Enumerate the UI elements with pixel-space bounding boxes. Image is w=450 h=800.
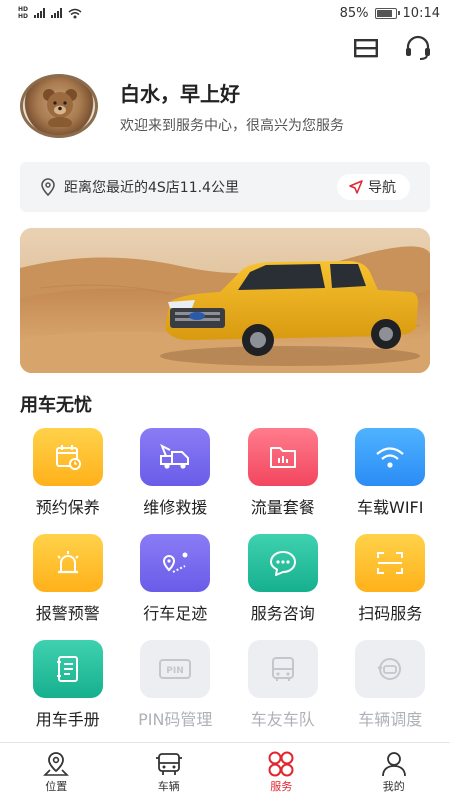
calendar-icon bbox=[32, 428, 103, 486]
service-car-club[interactable]: 车友车队 bbox=[229, 640, 337, 730]
clock: 10:14 bbox=[402, 5, 440, 21]
wifi-icon bbox=[355, 428, 426, 486]
promo-banner[interactable] bbox=[20, 228, 430, 373]
section-title: 用车无忧 bbox=[20, 395, 92, 416]
service-consultation[interactable]: 服务咨询 bbox=[229, 534, 337, 624]
bottom-nav: 位置 车辆 服务 我的 bbox=[0, 742, 450, 800]
tab-vehicle[interactable]: 车辆 bbox=[113, 743, 226, 800]
chat-icon bbox=[247, 534, 318, 592]
navigate-label: 导航 bbox=[368, 180, 396, 196]
tab-label: 位置 bbox=[45, 779, 68, 793]
wifi-status-icon bbox=[68, 8, 82, 18]
battery-percent: 85% bbox=[339, 5, 369, 21]
service-label: 车辆调度 bbox=[358, 710, 423, 729]
scan-icon bbox=[355, 534, 426, 592]
avatar[interactable] bbox=[20, 74, 98, 138]
service-grid: 预约保养 维修救援 流量套餐 车载WIFI 报警预警 行车足迹 服务咨询 扫码服… bbox=[14, 428, 444, 730]
tab-profile[interactable]: 我的 bbox=[338, 743, 450, 800]
service-data-plan[interactable]: 流量套餐 bbox=[229, 428, 337, 518]
sim-indicator: HD HD bbox=[18, 6, 29, 20]
navigate-button[interactable]: 导航 bbox=[337, 174, 410, 200]
greeting-subtitle: 欢迎来到服务中心，很高兴为您服务 bbox=[120, 117, 344, 134]
headset-icon[interactable] bbox=[404, 34, 432, 62]
status-bar: HD HD 85% 10:14 bbox=[0, 0, 450, 26]
signal-icon bbox=[34, 8, 46, 18]
service-driving-trail[interactable]: 行车足迹 bbox=[122, 534, 230, 624]
tab-label: 车辆 bbox=[157, 779, 180, 793]
navigation-arrow-icon bbox=[349, 180, 363, 194]
menu-icon[interactable] bbox=[352, 34, 380, 62]
battery-icon bbox=[374, 7, 400, 19]
greeting-section: 白水，早上好 欢迎来到服务中心，很高兴为您服务 bbox=[20, 74, 430, 138]
location-icon bbox=[40, 750, 72, 778]
service-pin-management[interactable]: PIN PIN码管理 bbox=[122, 640, 230, 730]
service-alarm-warning[interactable]: 报警预警 bbox=[14, 534, 122, 624]
alarm-light-icon bbox=[32, 534, 103, 592]
service-label: 预约保养 bbox=[35, 498, 100, 517]
svg-text:PIN: PIN bbox=[167, 666, 184, 676]
tab-service[interactable]: 服务 bbox=[225, 743, 338, 800]
vehicle-icon bbox=[153, 750, 185, 778]
pin-icon: PIN bbox=[140, 640, 211, 698]
tow-truck-icon bbox=[140, 428, 211, 486]
service-label: 服务咨询 bbox=[250, 604, 315, 623]
pickup-truck-image bbox=[20, 228, 430, 373]
tab-label: 服务 bbox=[270, 779, 293, 793]
route-icon bbox=[140, 534, 211, 592]
dealer-distance: 距离您最近的4S店11.4公里 bbox=[64, 180, 239, 196]
bus-icon bbox=[247, 640, 318, 698]
service-manual[interactable]: 用车手册 bbox=[14, 640, 122, 730]
service-label: 维修救援 bbox=[143, 498, 208, 517]
service-label: 流量套餐 bbox=[250, 498, 315, 517]
service-repair-rescue[interactable]: 维修救援 bbox=[122, 428, 230, 518]
service-grid-icon bbox=[265, 750, 297, 778]
signal-icon bbox=[51, 8, 63, 18]
user-icon bbox=[378, 750, 410, 778]
service-label: PIN码管理 bbox=[138, 710, 213, 729]
dispatch-icon bbox=[355, 640, 426, 698]
service-scan[interactable]: 扫码服务 bbox=[337, 534, 445, 624]
location-pin-icon bbox=[41, 178, 55, 196]
service-car-wifi[interactable]: 车载WIFI bbox=[337, 428, 445, 518]
data-folder-icon bbox=[247, 428, 318, 486]
service-label: 报警预警 bbox=[35, 604, 100, 623]
service-label: 行车足迹 bbox=[143, 604, 208, 623]
tab-location[interactable]: 位置 bbox=[0, 743, 113, 800]
service-label: 车友车队 bbox=[250, 710, 315, 729]
service-label: 用车手册 bbox=[35, 710, 100, 729]
tab-label: 我的 bbox=[382, 779, 405, 793]
nearest-dealer-card: 距离您最近的4S店11.4公里 导航 bbox=[20, 162, 430, 212]
service-appointment-maintenance[interactable]: 预约保养 bbox=[14, 428, 122, 518]
service-label: 车载WIFI bbox=[357, 498, 424, 517]
service-label: 扫码服务 bbox=[358, 604, 423, 623]
manual-icon bbox=[32, 640, 103, 698]
greeting-title: 白水，早上好 bbox=[120, 81, 240, 106]
service-vehicle-dispatch[interactable]: 车辆调度 bbox=[337, 640, 445, 730]
